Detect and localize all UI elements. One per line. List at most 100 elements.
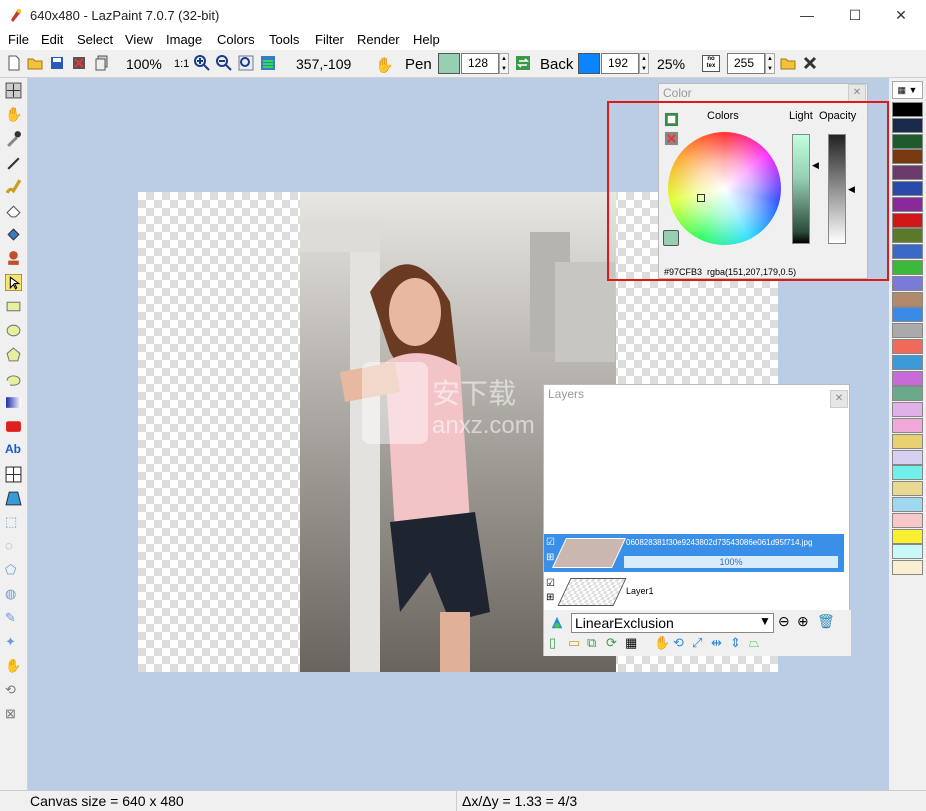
menu-help[interactable]: Help [413,32,440,47]
select-spline-icon[interactable]: ◍ [5,586,22,603]
layer-row[interactable]: ☑ ⊞ Layer1 [544,574,844,610]
palette-swatch[interactable] [892,323,923,339]
palette-swatch[interactable] [892,433,923,449]
rotate-layer-icon[interactable]: ⟲ [673,635,684,651]
layer-options-icon[interactable]: ⊞ [546,552,554,563]
palette-swatch[interactable] [892,102,923,117]
select-ellipse-icon[interactable]: ◌ [5,538,22,555]
load-texture-icon[interactable] [780,55,796,71]
no-texture-button[interactable]: no tex [702,55,720,72]
layers-toggle-icon[interactable] [260,55,276,71]
save-as-icon[interactable] [71,55,87,71]
back-color-swatch[interactable] [578,53,600,74]
move-selection-icon[interactable] [5,82,22,99]
palette-swatch[interactable] [892,228,923,244]
deselect-icon[interactable]: ⊠ [5,706,22,723]
menu-file[interactable]: File [8,32,29,47]
layer-trash-icon[interactable]: 🗑 [817,613,835,630]
blend-mode-select[interactable]: LinearExclusion [571,613,774,633]
zoom-layer-icon[interactable]: ⤢ [692,635,702,651]
new-file-icon[interactable] [6,55,22,71]
menu-render[interactable]: Render [357,32,400,47]
select-rect-icon[interactable]: ⬚ [5,514,22,531]
pen-color-swatch[interactable] [438,53,460,74]
menu-image[interactable]: Image [166,32,202,47]
zoom-in-layer-icon[interactable]: ⊕ [797,613,809,630]
palette-swatch[interactable] [892,465,923,481]
pen-tool-icon[interactable] [5,154,22,171]
move-layer-icon[interactable]: ✋ [654,635,670,651]
zoom-fit-icon[interactable] [238,55,254,71]
layer-opacity-bar[interactable]: 100% [624,556,838,568]
minimize-button[interactable]: — [790,4,824,26]
brush-tool-icon[interactable] [5,178,22,195]
palette-swatch[interactable] [892,497,923,512]
palette-swatch[interactable] [892,275,923,291]
layer-options-icon[interactable]: ⊞ [546,592,554,603]
palette-swatch[interactable] [892,244,923,260]
merge-layer-icon[interactable]: ⟳ [606,635,617,651]
layer-row-selected[interactable]: ☑ ⊞ 060828381f30e9243802d73543086e061d95… [544,534,844,572]
palette-swatch[interactable] [892,133,923,149]
zoom-out-icon[interactable] [216,55,232,71]
palette-swatch[interactable] [892,370,923,386]
palette-swatch[interactable] [892,386,923,402]
palette-swatch[interactable] [892,149,923,165]
menu-colors[interactable]: Colors [217,32,255,47]
layer-visible-checkbox[interactable]: ☑ [546,537,555,548]
texture-alpha-input[interactable]: 255 [727,53,765,74]
palette-swatch[interactable] [892,418,923,433]
rotate-selection-icon[interactable]: ⟲ [5,682,22,699]
fill-bucket-icon[interactable] [5,226,22,243]
perspective-tool-icon[interactable] [5,490,22,507]
open-layer-icon[interactable]: ▭ [568,635,580,651]
menu-tools[interactable]: Tools [269,32,299,47]
palette-swatch[interactable] [892,260,923,275]
phong-shape-icon[interactable] [5,418,22,435]
zoom-level[interactable]: 100% [126,56,162,72]
magic-wand-icon[interactable]: ✦ [5,634,22,651]
palette-swatch[interactable] [892,165,923,181]
menu-filter[interactable]: Filter [315,32,344,47]
swap-colors-icon[interactable] [515,55,531,71]
maximize-button[interactable]: ☐ [838,4,872,26]
palette-swatch[interactable] [892,512,923,528]
zoom-1to1-button[interactable]: 1:1 [174,58,189,70]
select-cursor-icon[interactable] [5,274,22,291]
layer-perspective-icon[interactable]: ⏢ [749,635,759,651]
tolerance-percent[interactable]: 25% [657,56,685,72]
hand-tool-icon[interactable]: ✋ [5,106,22,123]
flip-horizontal-icon[interactable]: ⇹ [711,635,722,651]
zoom-in-icon[interactable] [194,55,210,71]
palette-swatch[interactable] [892,544,923,560]
layer-visible-checkbox[interactable]: ☑ [546,578,555,589]
eraser-tool-icon[interactable] [5,202,22,219]
back-alpha-input[interactable]: 192 [601,53,639,74]
gradient-tool-icon[interactable] [5,394,22,411]
rectangle-tool-icon[interactable] [5,298,22,315]
palette-swatch[interactable] [892,560,923,576]
palette-swatch[interactable] [892,117,923,133]
pen-alpha-input[interactable]: 128 [461,53,499,74]
ellipse-tool-icon[interactable] [5,322,22,339]
copy-icon[interactable] [94,55,110,71]
color-panel-close-button[interactable]: ✕ [848,84,866,102]
palette-menu-button[interactable]: ▦ ▼ [892,81,923,99]
layers-panel-close-button[interactable]: ✕ [830,390,848,408]
palette-swatch[interactable] [892,528,923,544]
palette-swatch[interactable] [892,481,923,497]
save-icon[interactable] [49,55,65,71]
pen-alpha-spinner[interactable]: ▲ ▼ [499,53,509,74]
close-window-button[interactable]: ✕ [884,4,918,26]
select-pen-icon[interactable]: ✎ [5,610,22,627]
hand-icon[interactable]: ✋ [375,56,394,74]
new-layer-icon[interactable]: ▯ [549,635,556,651]
spline-tool-icon[interactable] [5,370,22,387]
select-polygon-icon[interactable]: ⬠ [5,562,22,579]
palette-swatch[interactable] [892,402,923,418]
select-hand-icon[interactable]: ✋ [5,658,22,675]
palette-swatch[interactable] [892,449,923,465]
rasterize-layer-icon[interactable]: ▦ [625,635,637,651]
menu-edit[interactable]: Edit [41,32,63,47]
text-tool-icon[interactable]: Ab [5,442,22,459]
